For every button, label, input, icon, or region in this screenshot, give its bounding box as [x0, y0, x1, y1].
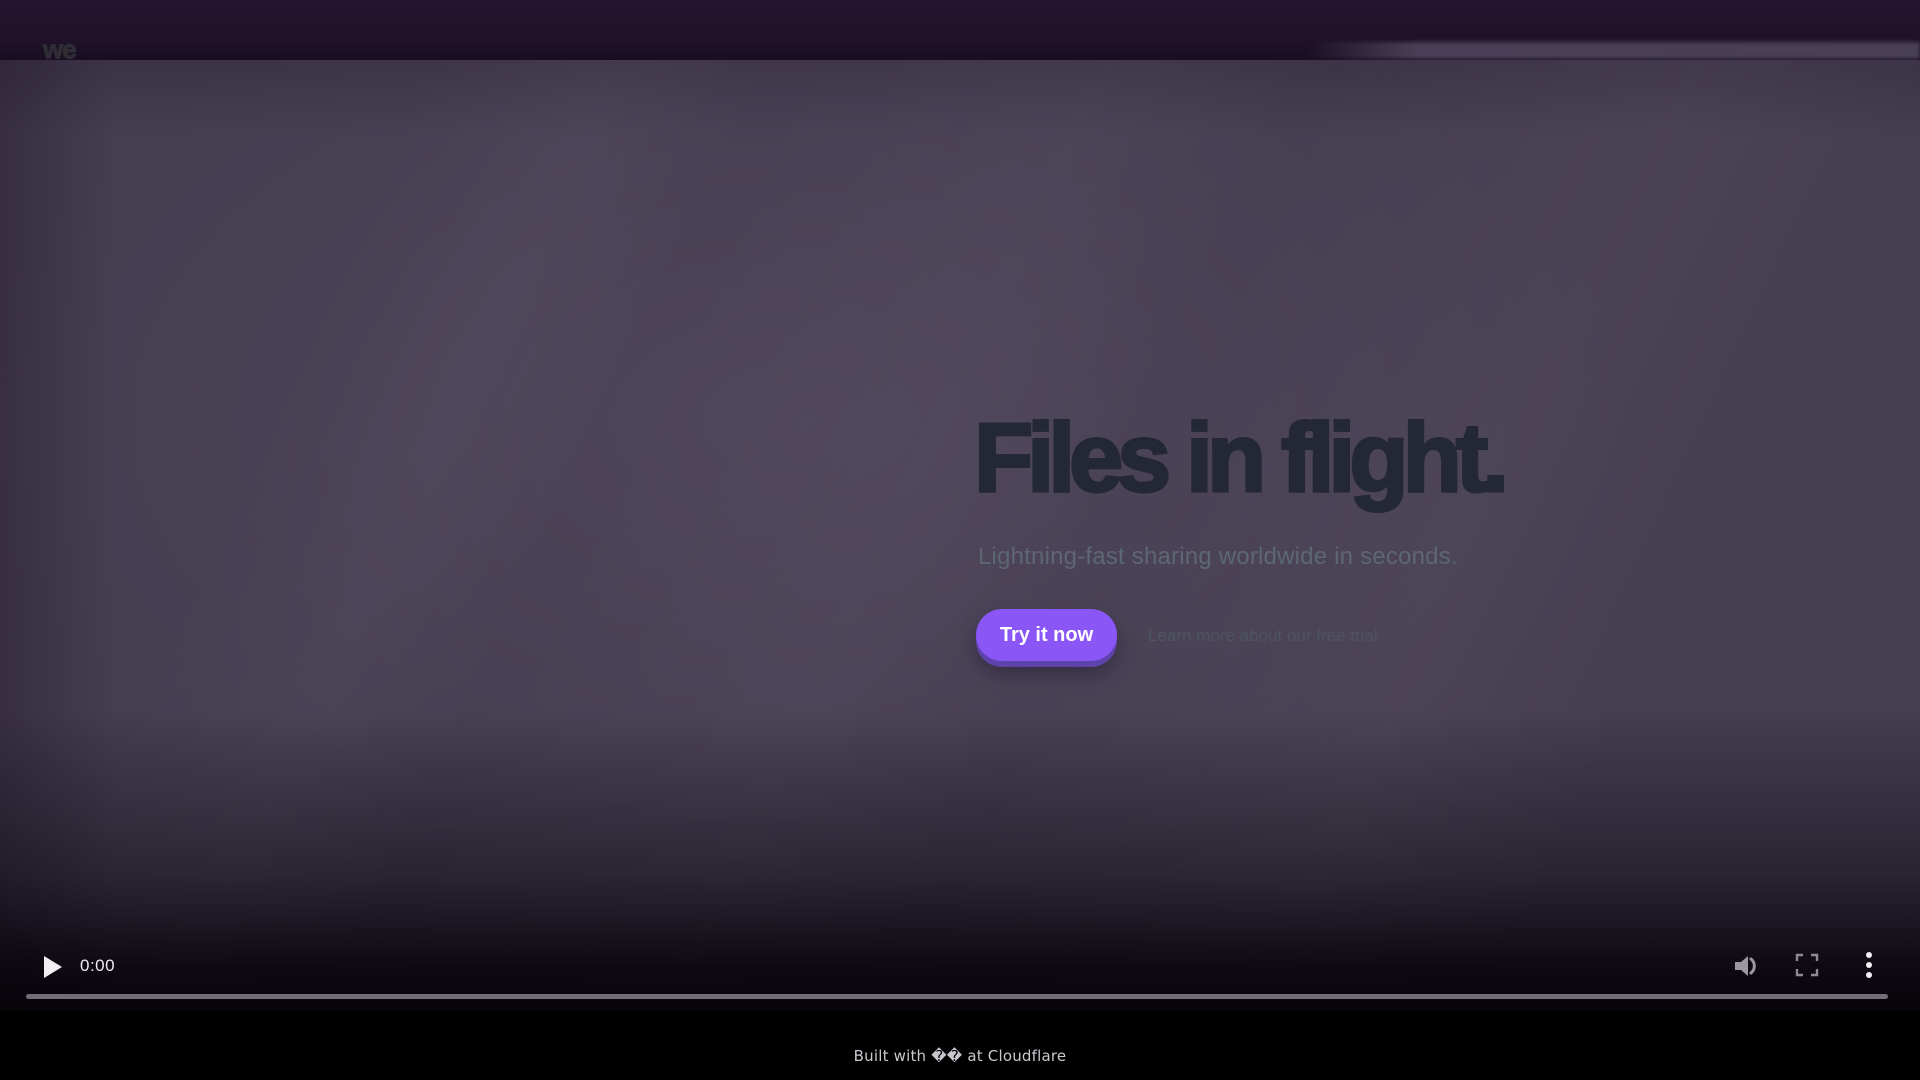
video-progress-bar[interactable] — [26, 994, 1888, 999]
fullscreen-button[interactable] — [1794, 952, 1820, 978]
play-button[interactable] — [38, 953, 66, 981]
video-lighting-overlay — [0, 60, 1920, 1011]
fullscreen-icon — [1794, 953, 1820, 981]
hero-video[interactable]: Files in flight. Lightning-fast sharing … — [0, 60, 1920, 1011]
site-footer: Built with �� at Cloudflare — [0, 1011, 1920, 1080]
overflow-menu-button[interactable] — [1858, 949, 1880, 981]
footer-text: Built with �� at Cloudflare — [853, 1047, 1067, 1065]
volume-icon — [1731, 956, 1761, 984]
hero-subtitle: Lightning-fast sharing worldwide in seco… — [978, 543, 1458, 570]
hero-headline: Files in flight. — [972, 403, 1510, 512]
try-it-now-button[interactable]: Try it now — [976, 609, 1117, 661]
volume-button[interactable] — [1731, 951, 1761, 981]
page-root: we Files in flight. Lightning-fast shari… — [0, 0, 1920, 1080]
current-time: 0:00 — [80, 956, 116, 975]
controls-gradient — [0, 711, 1920, 1011]
overflow-menu-icon — [1858, 952, 1880, 984]
logo[interactable]: we — [43, 36, 78, 61]
learn-more-link[interactable]: Learn more about our free trial — [1148, 626, 1378, 646]
play-icon — [38, 956, 66, 984]
video-frame-edge-highlight — [1306, 42, 1920, 59]
